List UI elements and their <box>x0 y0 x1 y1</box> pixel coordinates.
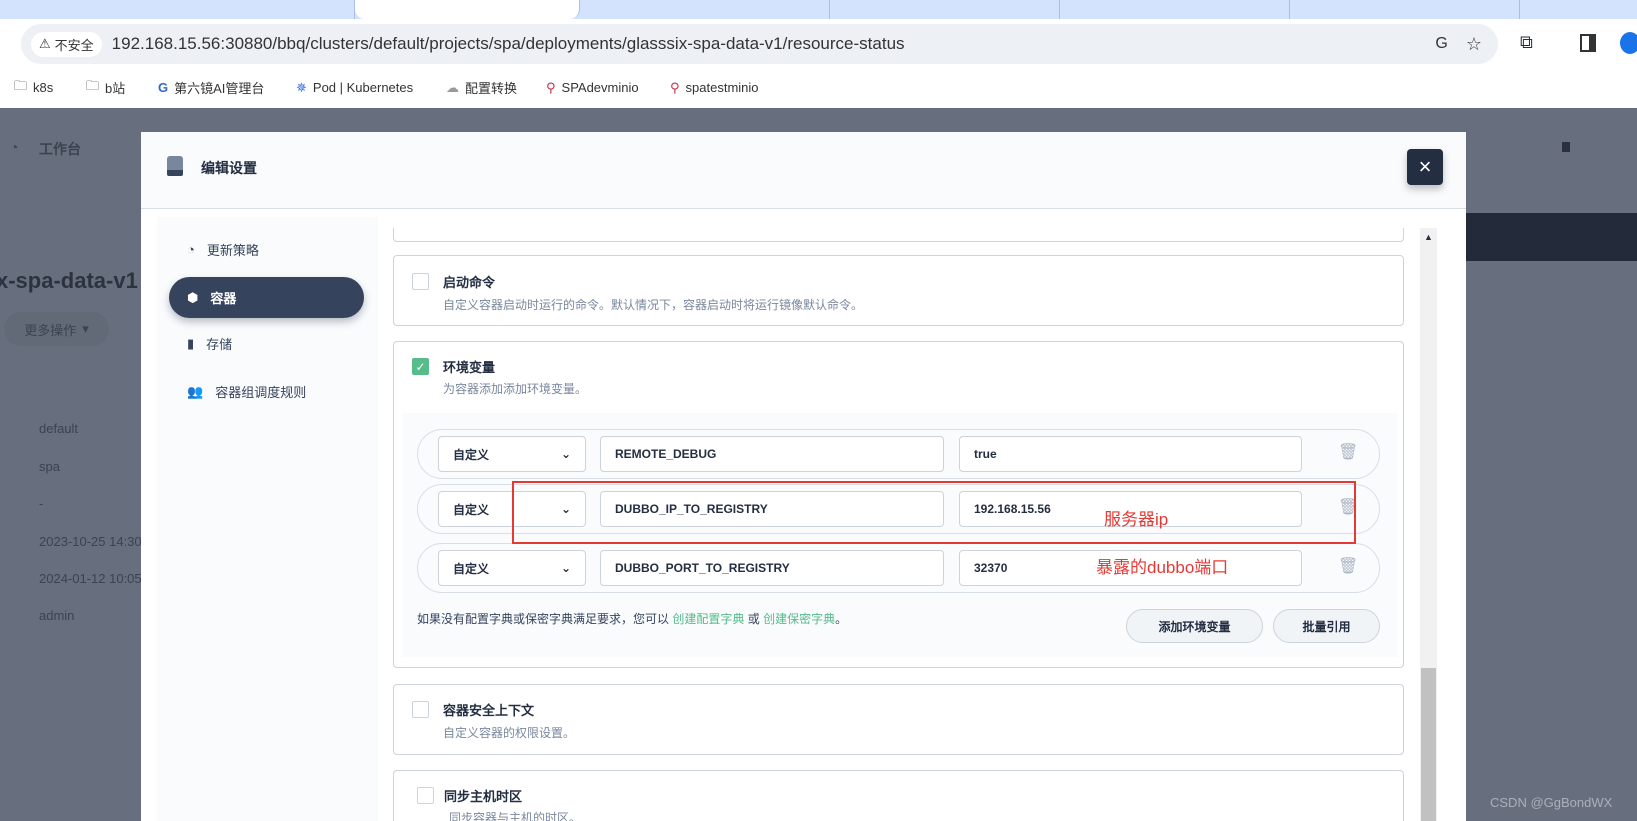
settings-nav: ◔ 更新策略 ⬢ 容器 ▮ 存储 👥 容器组调度规则 <box>157 217 378 821</box>
card-description: 自定义容器启动时运行的命令。默认情况下，容器启动时将运行镜像默认命令。 <box>443 298 864 312</box>
bookmark-spadevminio[interactable]: ⚲ SPAdevminio <box>546 71 639 104</box>
container-icon: ⬢ <box>187 289 199 305</box>
card-title: 启动命令 <box>443 275 496 290</box>
type-select[interactable]: 自定义 ⌄ <box>438 436 586 472</box>
chevron-down-icon: ⌄ <box>560 447 571 461</box>
env-var-row: 自定义 ⌄ REMOTE_DEBUG true 🗑 <box>417 429 1380 479</box>
modal-title: 编辑设置 <box>201 160 257 176</box>
bookmark-ai-console[interactable]: G 第六镜AI管理台 <box>158 71 264 104</box>
type-select[interactable]: 自定义 ⌄ <box>438 550 586 586</box>
browser-tab[interactable] <box>830 0 1060 19</box>
side-panel-icon[interactable] <box>1580 34 1596 52</box>
profile-avatar[interactable] <box>1620 32 1637 54</box>
browser-tab[interactable] <box>1290 0 1520 19</box>
start-command-checkbox[interactable] <box>412 273 429 290</box>
kubernetes-icon: ✵ <box>296 79 307 95</box>
annotation-highlight-box <box>512 481 1356 544</box>
timezone-checkbox[interactable] <box>417 787 434 804</box>
env-var-row: 自定义 ⌄ DUBBO_PORT_TO_REGISTRY 32370 🗑 <box>417 543 1380 593</box>
warning-icon: ⚠ <box>39 36 51 51</box>
storage-icon: ▮ <box>187 335 195 351</box>
bookmark-spatestminio[interactable]: ⚲ spatestminio <box>670 71 759 104</box>
workbench-icon: ◔ <box>10 139 19 155</box>
timezone-card: 同步主机时区 同步容器与主机的时区。 <box>393 770 1404 821</box>
card-description: 同步容器与主机的时区。 <box>449 811 582 821</box>
watermark: CSDN @GgBondWX <box>1490 795 1613 810</box>
security-indicator[interactable]: ⚠ 不安全 <box>31 31 102 57</box>
start-command-card: 启动命令 自定义容器启动时运行的命令。默认情况下，容器启动时将运行镜像默认命令。 <box>393 255 1404 326</box>
detail-value: admin <box>39 608 75 623</box>
folder-icon: 🗀 <box>14 77 28 93</box>
scrollbar-thumb[interactable] <box>1421 668 1436 821</box>
security-context-card: 容器安全上下文 自定义容器的权限设置。 <box>393 684 1404 755</box>
storage-icon <box>167 156 183 176</box>
address-bar[interactable]: ⚠ 不安全 192.168.15.56:30880/bbq/clusters/de… <box>21 24 1498 64</box>
env-key-input[interactable]: DUBBO_PORT_TO_REGISTRY <box>600 550 944 586</box>
minio-icon: ⚲ <box>546 79 556 95</box>
env-footer-text: 如果没有配置字典或保密字典满足要求，您可以 创建配置字典 或 创建保密字典。 <box>417 612 848 626</box>
card-title: 环境变量 <box>443 360 496 375</box>
browser-tab[interactable] <box>580 0 830 19</box>
bookmark-config-convert[interactable]: ☁ 配置转换 <box>446 71 517 104</box>
batch-reference-button[interactable]: 批量引用 <box>1273 609 1380 643</box>
deployment-title: x-spa-data-v1 <box>0 268 138 293</box>
bookmark-kubernetes[interactable]: ✵ Pod | Kubernetes <box>296 71 413 104</box>
modal-header: 编辑设置 <box>141 132 1466 209</box>
background-icon <box>1562 142 1570 152</box>
env-value-input[interactable]: true <box>959 436 1302 472</box>
card-description: 为容器添加添加环境变量。 <box>443 382 588 396</box>
browser-tab[interactable] <box>0 0 355 19</box>
cloud-icon: ☁ <box>446 79 459 95</box>
nav-storage[interactable]: ▮ 存储 <box>169 323 364 364</box>
settings-card <box>393 228 1404 242</box>
more-actions-button: 更多操作 ▾ <box>4 312 109 346</box>
chevron-down-icon: ⌄ <box>560 561 571 575</box>
nav-scheduling-rules[interactable]: 👥 容器组调度规则 <box>169 371 364 412</box>
annotation-dubbo-port: 暴露的dubbo端口 <box>1096 558 1229 577</box>
card-description: 自定义容器的权限设置。 <box>443 726 576 740</box>
env-key-input[interactable]: REMOTE_DEBUG <box>600 436 944 472</box>
security-context-checkbox[interactable] <box>412 701 429 718</box>
create-configmap-link[interactable]: 创建配置字典 <box>672 612 744 626</box>
bookmark-bilibili[interactable]: 🗀 b站 <box>86 71 125 104</box>
bookmark-k8s[interactable]: 🗀 k8s <box>14 71 53 104</box>
detail-value: - <box>39 496 44 511</box>
trash-icon[interactable]: 🗑 <box>1338 556 1358 576</box>
background-header-band <box>1466 213 1637 261</box>
star-icon[interactable]: ☆ <box>1466 34 1482 55</box>
detail-value: 2024-01-12 10:05 <box>39 571 142 586</box>
close-button[interactable]: × <box>1407 149 1443 185</box>
folder-icon: 🗀 <box>86 77 100 93</box>
detail-value: spa <box>39 459 60 474</box>
caret-down-icon: ▾ <box>82 321 89 336</box>
nav-container[interactable]: ⬢ 容器 <box>169 277 364 318</box>
users-icon: 👥 <box>187 383 204 399</box>
create-secret-link[interactable]: 创建保密字典 <box>763 612 835 626</box>
translate-icon[interactable]: G <box>1435 35 1447 53</box>
detail-value: default <box>39 421 79 436</box>
extensions-icon[interactable]: ⧉ <box>1520 32 1533 53</box>
gauge-icon: ◔ <box>187 242 195 257</box>
env-vars-checkbox[interactable]: ✓ <box>412 358 429 375</box>
browser-tab[interactable] <box>1060 0 1290 19</box>
minio-icon: ⚲ <box>670 79 680 95</box>
tab-strip <box>0 0 1637 19</box>
g-logo-icon: G <box>158 80 169 95</box>
scroll-up-icon[interactable]: ▲ <box>1420 232 1437 242</box>
nav-update-strategy[interactable]: ◔ 更新策略 <box>169 229 364 270</box>
card-title: 同步主机时区 <box>444 789 523 804</box>
browser-tab-active[interactable] <box>355 0 580 19</box>
card-title: 容器安全上下文 <box>443 703 535 718</box>
trash-icon[interactable]: 🗑 <box>1338 442 1358 462</box>
annotation-server-ip: 服务器ip <box>1104 510 1169 529</box>
detail-value: 2023-10-25 14:30 <box>39 534 142 549</box>
url-text[interactable]: 192.168.15.56:30880/bbq/clusters/default… <box>112 34 905 54</box>
add-env-var-button[interactable]: 添加环境变量 <box>1126 609 1263 643</box>
workbench-link: 工作台 <box>39 141 81 157</box>
